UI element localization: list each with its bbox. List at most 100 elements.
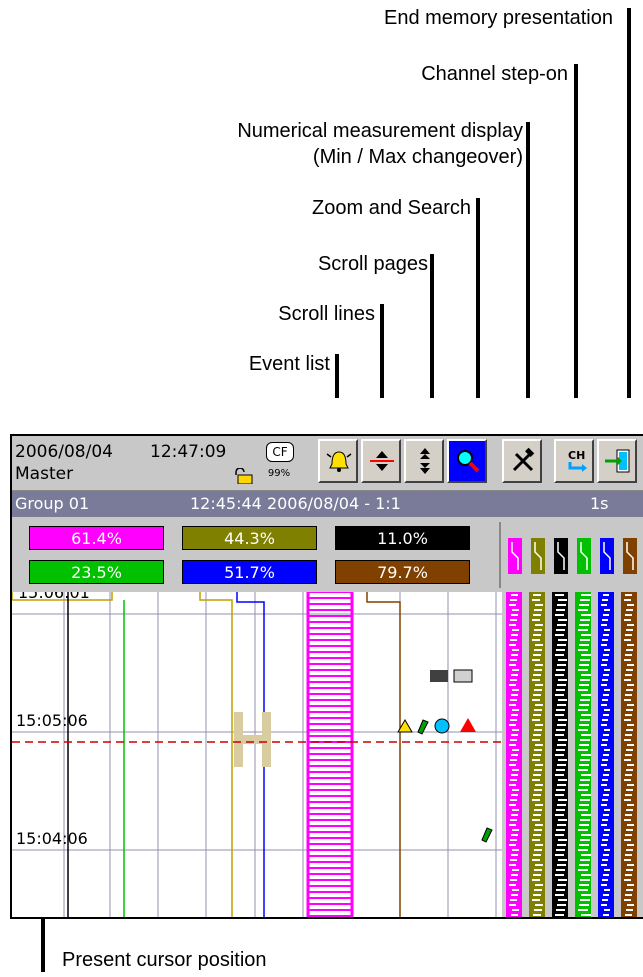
chart-grid bbox=[12, 592, 502, 917]
channel-value-4[interactable]: 23.5% bbox=[29, 560, 164, 584]
channel-stripe bbox=[581, 754, 591, 756]
tools-icon bbox=[512, 447, 535, 472]
channel-stripe bbox=[511, 674, 518, 676]
channel-stripe bbox=[533, 674, 541, 676]
channel-stripe bbox=[535, 904, 543, 906]
channel-stripe bbox=[627, 644, 634, 646]
channel-stripe bbox=[581, 814, 591, 816]
channel-stripe bbox=[535, 604, 543, 606]
channel-stripe bbox=[580, 739, 590, 741]
channel-stripe bbox=[510, 639, 517, 641]
callout-event-list: Event list bbox=[248, 353, 330, 375]
channel-stripe bbox=[624, 739, 631, 741]
channel-stripe bbox=[625, 594, 632, 596]
channel-stripe bbox=[579, 824, 589, 826]
zoom-search-button[interactable] bbox=[447, 439, 487, 483]
scroll-lines-button[interactable] bbox=[361, 439, 401, 483]
channel-stripe bbox=[581, 714, 591, 716]
channel-stripe bbox=[626, 769, 633, 771]
channel-stripe bbox=[509, 804, 516, 806]
channel-stripe bbox=[509, 864, 516, 866]
trend-chart[interactable]: 15:06:01 15:05:06 15:04:06 bbox=[12, 583, 643, 917]
channel-stripe bbox=[533, 754, 541, 756]
channel-value-6[interactable]: 79.7% bbox=[335, 560, 470, 584]
channel-stripe bbox=[627, 684, 634, 686]
channel-stripe bbox=[601, 764, 607, 766]
channel-stripe bbox=[625, 714, 632, 716]
channel-stripe bbox=[581, 794, 591, 796]
channel-value-2[interactable]: 44.3% bbox=[182, 526, 317, 550]
channel-stripe bbox=[579, 724, 589, 726]
channel-stripe bbox=[512, 609, 519, 611]
channel-stripe bbox=[626, 749, 633, 751]
channel-stripe bbox=[556, 689, 565, 691]
channel-stripe bbox=[604, 649, 610, 651]
channel-stripe bbox=[534, 729, 542, 731]
channel-stripe bbox=[580, 839, 590, 841]
channel-stripe bbox=[509, 704, 516, 706]
channel-stripe bbox=[601, 824, 607, 826]
numerical-display-button[interactable] bbox=[502, 439, 542, 483]
channel-stripe bbox=[533, 914, 541, 916]
channel-stripe bbox=[510, 879, 517, 881]
channel-stripe bbox=[535, 624, 543, 626]
leader-channel-step bbox=[574, 64, 578, 398]
callout-numerical-1: Numerical measurement display bbox=[237, 120, 523, 142]
channel-step-button[interactable]: CH bbox=[554, 439, 594, 483]
channel-stripe bbox=[625, 854, 632, 856]
channel-stripe bbox=[601, 904, 607, 906]
svg-text:CH: CH bbox=[568, 449, 585, 462]
channel-stripe bbox=[555, 674, 564, 676]
channel-stripe bbox=[535, 784, 543, 786]
channel-stripe bbox=[602, 899, 608, 901]
channel-stripe bbox=[534, 889, 542, 891]
channel-stripe bbox=[581, 674, 591, 676]
channel-stripe bbox=[626, 849, 633, 851]
channel-stripe bbox=[603, 914, 609, 916]
channel-stripe bbox=[534, 709, 542, 711]
channel-value-5[interactable]: 51.7% bbox=[182, 560, 317, 584]
channel-stripe bbox=[510, 799, 517, 801]
channel-value-1[interactable]: 61.4% bbox=[29, 526, 164, 550]
channel-stripe bbox=[511, 654, 518, 656]
channel-stripe bbox=[624, 879, 631, 881]
channel-stripe bbox=[602, 859, 608, 861]
leader-end-memory bbox=[627, 8, 631, 398]
channel-stripe bbox=[532, 819, 540, 821]
callout-channel-step: Channel step-on bbox=[421, 63, 568, 85]
channel-stripe bbox=[557, 604, 566, 606]
event-list-button[interactable] bbox=[318, 439, 358, 483]
channel-stripe bbox=[602, 719, 608, 721]
channel-stripe bbox=[604, 749, 610, 751]
channel-stripe bbox=[510, 679, 517, 681]
channel-stripe bbox=[510, 759, 517, 761]
channel-stripe bbox=[555, 914, 564, 916]
channel-stripe bbox=[512, 869, 519, 871]
callout-zoom-search: Zoom and Search bbox=[312, 197, 471, 219]
channel-stripe bbox=[625, 634, 632, 636]
channel-stripe bbox=[626, 629, 633, 631]
channel-stripe bbox=[532, 619, 540, 621]
bell-icon bbox=[326, 451, 352, 472]
channel-stripe bbox=[579, 804, 589, 806]
channel-stripe bbox=[626, 689, 633, 691]
channel-stripe bbox=[602, 779, 608, 781]
channel-stripe bbox=[579, 884, 589, 886]
channel-stripe bbox=[555, 874, 564, 876]
channel-stripe bbox=[512, 809, 519, 811]
channel-stripe bbox=[603, 834, 609, 836]
channel-stripe bbox=[558, 859, 567, 861]
channel-stripe bbox=[509, 744, 516, 746]
channel-stripe bbox=[601, 784, 607, 786]
scroll-pages-button[interactable] bbox=[404, 439, 444, 483]
channel-stripe bbox=[578, 789, 588, 791]
channel-stripe bbox=[557, 804, 566, 806]
channel-stripe bbox=[602, 839, 608, 841]
channel-stripe bbox=[556, 809, 565, 811]
end-memory-button[interactable] bbox=[597, 439, 637, 483]
channel-stripe bbox=[604, 809, 610, 811]
channel-stripe bbox=[509, 824, 516, 826]
channel-value-3[interactable]: 11.0% bbox=[335, 526, 470, 550]
trend-chart-svg: 15:06:01 15:05:06 15:04:06 bbox=[12, 583, 643, 917]
channel-stripe bbox=[535, 764, 543, 766]
